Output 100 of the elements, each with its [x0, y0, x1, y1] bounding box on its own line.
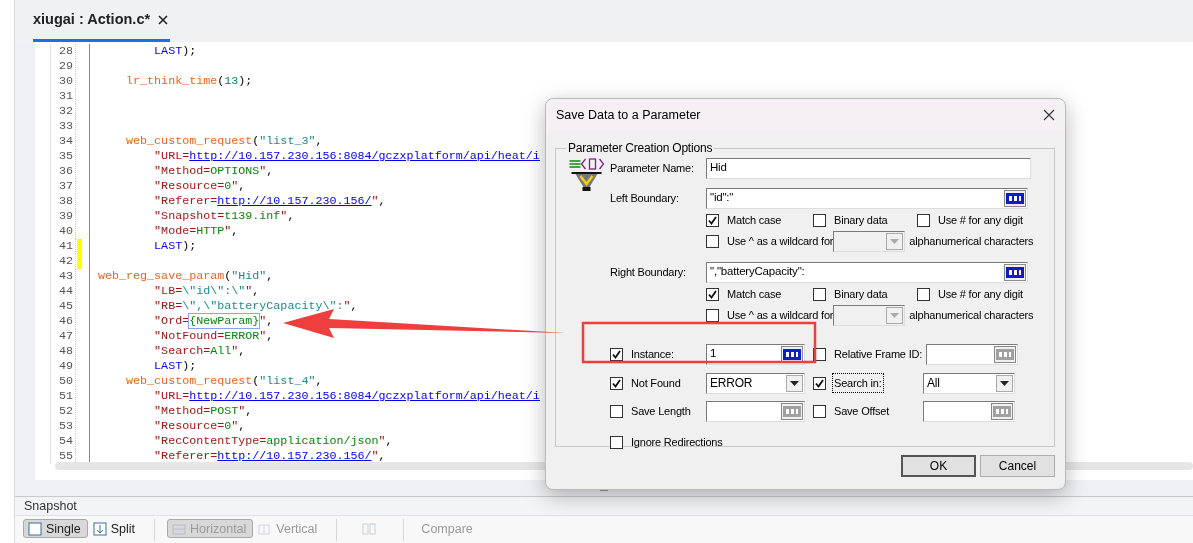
line-number: 30 — [51, 74, 76, 89]
line-number: 52 — [51, 404, 76, 419]
line-number: 42 — [51, 254, 76, 269]
panel-title: Snapshot — [24, 497, 77, 515]
line-number: 48 — [51, 344, 76, 359]
checkbox-label[interactable]: Use # for any digit — [938, 285, 1023, 303]
text-button[interactable] — [1004, 263, 1026, 281]
field-label: alphanumerical characters — [909, 233, 1034, 249]
code-line: web_custom_request("list_3", — [125, 134, 323, 149]
code-line: LAST); — [153, 44, 197, 59]
line-number: 38 — [51, 194, 76, 209]
code-line: "LB=\"id\":\"", — [153, 284, 260, 299]
code-line: "Snapshot=t139.inf", — [153, 209, 295, 224]
text-field[interactable] — [926, 343, 1019, 365]
text-field[interactable] — [706, 400, 805, 422]
split-pane-icon — [92, 522, 107, 536]
code-line: "URL=http://10.157.230.156:8084/gczxplatform/api/heat/i — [153, 149, 540, 164]
dialog-button[interactable]: Cancel — [980, 455, 1055, 477]
checkbox[interactable] — [813, 287, 826, 301]
checkbox-label[interactable]: Binary data — [834, 211, 888, 229]
checkbox-label[interactable]: Ignore Redirections — [631, 433, 723, 451]
checkbox[interactable] — [610, 347, 623, 361]
toolbar-button[interactable]: Split — [87, 519, 143, 538]
code-line: "RB=\",\"batteryCapacity\":", — [153, 299, 358, 314]
boundary-field[interactable]: ","batteryCapacity": — [706, 261, 1028, 283]
line-number: 33 — [51, 119, 76, 134]
code-line: "Resource=0", — [153, 419, 246, 434]
line-number: 47 — [51, 329, 76, 344]
line-number: 54 — [51, 434, 76, 449]
line-number: 37 — [51, 179, 76, 194]
line-number: 35 — [51, 149, 76, 164]
checkbox[interactable] — [917, 287, 930, 301]
code-line: lr_think_time(13); — [125, 74, 253, 89]
field-label: Parameter Name: — [610, 160, 695, 176]
checkbox-label[interactable]: Binary data — [834, 285, 888, 303]
checkbox-label[interactable]: Search in: — [834, 374, 882, 392]
line-number: 51 — [51, 389, 76, 404]
text-button[interactable] — [1004, 189, 1026, 207]
checkbox-label[interactable]: Match case — [727, 211, 782, 229]
checkbox-label[interactable]: Match case — [727, 285, 782, 303]
checkbox-label[interactable]: Instance: — [631, 345, 674, 363]
line-number: 32 — [51, 104, 76, 119]
boundary-field[interactable]: "id":" — [706, 187, 1028, 209]
compare-panes-icon — [362, 522, 377, 536]
checkbox[interactable] — [813, 376, 826, 390]
checkbox[interactable] — [706, 287, 719, 301]
code-line: LAST); — [153, 239, 197, 254]
field-label: alphanumerical characters — [909, 307, 1034, 323]
code-line: "Referer=http://10.157.230.156/", — [153, 449, 386, 464]
text-field[interactable]: 1 — [706, 343, 805, 365]
line-number: 46 — [51, 314, 76, 329]
line-number: 50 — [51, 374, 76, 389]
code-line: web_custom_request("list_4", — [125, 374, 323, 389]
vertical-layout-icon — [258, 522, 273, 536]
line-number: 49 — [51, 359, 76, 374]
parameter-name-field[interactable]: Hid — [706, 157, 1031, 179]
code-line: "Ord={NewParam}", — [153, 314, 274, 329]
line-number: 28 — [51, 44, 76, 59]
code-line: "Method=OPTIONS", — [153, 164, 274, 179]
caret-icon[interactable] — [1000, 380, 1009, 386]
line-number: 34 — [51, 134, 76, 149]
line-number: 29 — [51, 59, 76, 74]
checkbox-label[interactable]: Use # for any digit — [938, 211, 1023, 229]
group-title: Parameter Creation Options — [567, 142, 714, 155]
checkbox[interactable] — [610, 376, 623, 390]
line-number: 44 — [51, 284, 76, 299]
toolbar-button[interactable]: Single — [23, 519, 88, 538]
checkbox[interactable] — [917, 213, 930, 227]
checkbox-label[interactable]: Not Found — [631, 374, 681, 392]
dropdown[interactable]: ERROR — [706, 372, 805, 394]
code-line: "Referer=http://10.157.230.156/", — [153, 194, 386, 209]
code-line: LAST); — [153, 359, 197, 374]
checkbox[interactable] — [610, 435, 623, 449]
close-icon[interactable] — [1043, 109, 1055, 121]
code-line: "NotFound=ERROR", — [153, 329, 274, 344]
field-label: Left Boundary: — [610, 190, 680, 206]
close-icon[interactable] — [158, 14, 169, 25]
code-line: web_reg_save_param("Hid", — [97, 269, 274, 284]
text-field[interactable] — [923, 400, 1015, 422]
line-number: 45 — [51, 299, 76, 314]
code-line: "Mode=HTTP", — [153, 224, 239, 239]
horizontal-layout-icon — [172, 522, 187, 536]
line-number: 40 — [51, 224, 76, 239]
checkbox[interactable] — [706, 213, 719, 227]
code-line: "Method=POST", — [153, 404, 253, 419]
single-pane-icon — [28, 522, 42, 536]
line-number: 31 — [51, 89, 76, 104]
code-line: "Search=All", — [153, 344, 246, 359]
line-number: 53 — [51, 419, 76, 434]
line-number: 36 — [51, 164, 76, 179]
line-number: 39 — [51, 209, 76, 224]
field-label: Right Boundary: — [610, 264, 687, 280]
dialog-button[interactable]: OK — [901, 455, 976, 477]
code-line: "URL=http://10.157.230.156:8084/gczxplatform/api/heat/i — [153, 389, 540, 404]
dialog-title: Save Data to a Parameter — [556, 106, 701, 124]
caret-icon[interactable] — [790, 380, 799, 386]
code-line: "RecContentType=application/json", — [153, 434, 393, 449]
checkbox[interactable] — [813, 213, 826, 227]
code-line: "Resource=0", — [153, 179, 246, 194]
dropdown[interactable]: All — [923, 372, 1015, 394]
